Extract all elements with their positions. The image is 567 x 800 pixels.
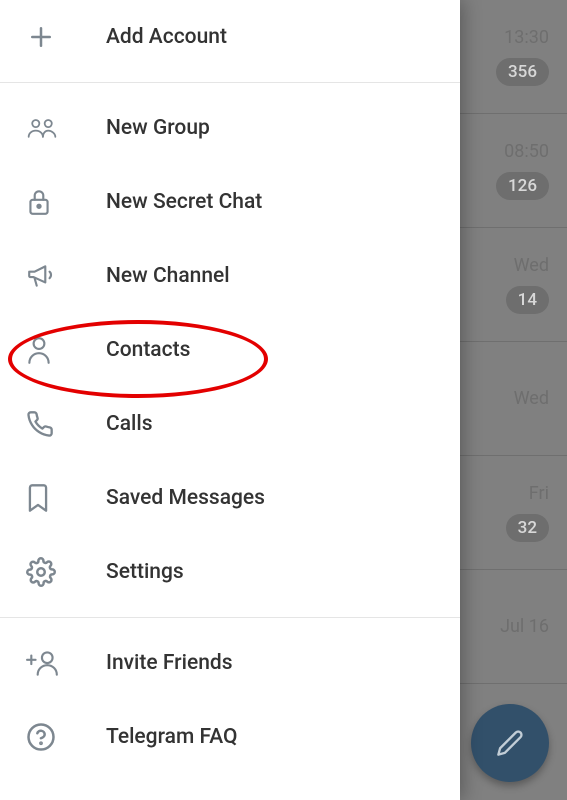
gear-icon bbox=[26, 557, 74, 587]
telegram-faq-item[interactable]: Telegram FAQ bbox=[0, 700, 460, 774]
menu-label: Settings bbox=[106, 560, 184, 584]
megaphone-icon bbox=[26, 262, 74, 290]
new-group-item[interactable]: New Group bbox=[0, 91, 460, 165]
new-channel-item[interactable]: New Channel bbox=[0, 239, 460, 313]
divider bbox=[0, 617, 460, 618]
navigation-drawer: Add Account New Group New Secret Chat bbox=[0, 0, 460, 800]
menu-label: Invite Friends bbox=[106, 651, 233, 675]
saved-messages-item[interactable]: Saved Messages bbox=[0, 461, 460, 535]
menu-label: Saved Messages bbox=[106, 486, 265, 510]
unread-badge: 356 bbox=[496, 58, 549, 86]
chat-time: 08:50 bbox=[504, 141, 549, 162]
invite-friends-item[interactable]: Invite Friends bbox=[0, 626, 460, 700]
chat-time: Jul 16 bbox=[500, 616, 549, 637]
chat-time: Wed bbox=[514, 255, 549, 276]
unread-badge: 32 bbox=[506, 514, 549, 542]
calls-item[interactable]: Calls bbox=[0, 387, 460, 461]
unread-badge: 126 bbox=[496, 172, 549, 200]
compose-fab[interactable] bbox=[471, 704, 549, 782]
lock-icon bbox=[26, 187, 74, 217]
people-icon bbox=[26, 114, 74, 142]
new-secret-chat-item[interactable]: New Secret Chat bbox=[0, 165, 460, 239]
menu-label: New Channel bbox=[106, 264, 230, 288]
settings-item[interactable]: Settings bbox=[0, 535, 460, 609]
menu-label: New Secret Chat bbox=[106, 190, 262, 214]
menu-label: Calls bbox=[106, 412, 153, 436]
menu-label: Contacts bbox=[106, 338, 190, 362]
chat-time: Wed bbox=[514, 388, 549, 409]
add-person-icon bbox=[26, 649, 74, 677]
menu-label: Add Account bbox=[106, 25, 227, 49]
add-account-item[interactable]: Add Account bbox=[0, 0, 460, 74]
menu-label: New Group bbox=[106, 116, 210, 140]
plus-icon bbox=[26, 22, 74, 52]
phone-icon bbox=[26, 410, 74, 438]
menu-label: Telegram FAQ bbox=[106, 725, 237, 749]
chat-time: Fri bbox=[529, 483, 549, 504]
pencil-icon bbox=[496, 729, 524, 757]
help-icon bbox=[26, 722, 74, 752]
unread-badge: 14 bbox=[506, 286, 549, 314]
bookmark-icon bbox=[26, 483, 74, 513]
person-icon bbox=[26, 335, 74, 365]
divider bbox=[0, 82, 460, 83]
chat-time: 13:30 bbox=[504, 27, 549, 48]
contacts-item[interactable]: Contacts bbox=[0, 313, 460, 387]
